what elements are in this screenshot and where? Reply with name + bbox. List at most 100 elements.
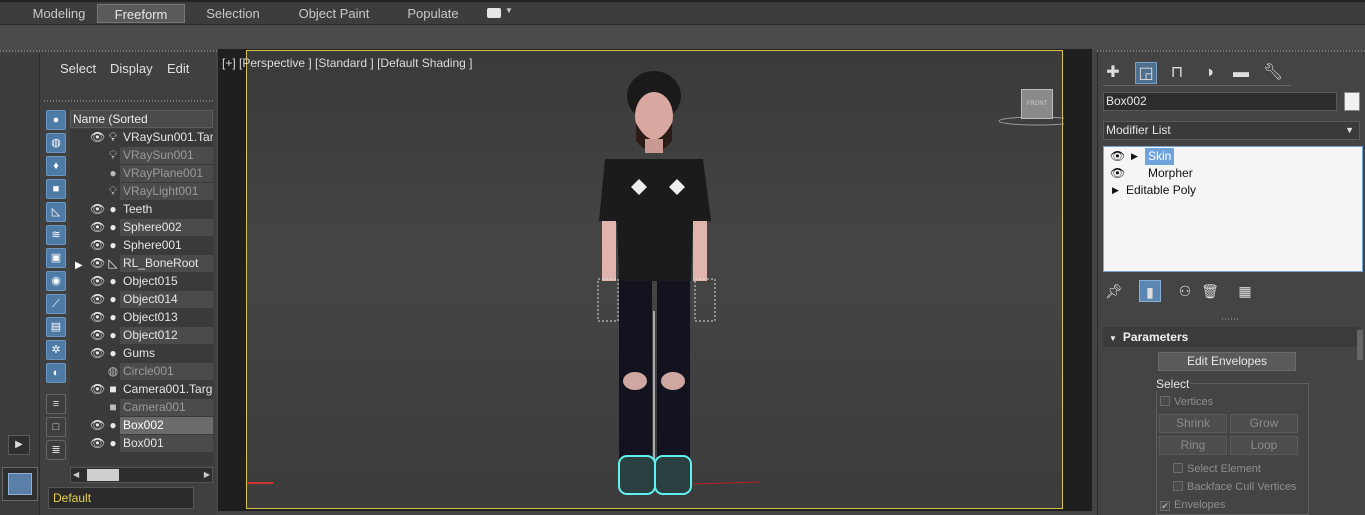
viewport-label[interactable]: [+] [Perspective ] [Standard ] [Default … [222,56,472,70]
eye-hidden-icon[interactable] [90,184,104,198]
eye-icon[interactable]: 👁︎ [90,274,105,288]
scroll-left-icon[interactable]: ◀ [73,470,79,479]
viewcube[interactable]: FRONT [1021,89,1053,119]
tab-populate[interactable]: Populate [398,4,468,23]
vertices-checkbox[interactable]: Vertices [1160,396,1213,408]
display-helpers-icon[interactable]: ◺ [46,202,66,222]
eye-icon[interactable]: 👁︎ [90,202,105,216]
table-row[interactable]: 👁︎ ● Teeth [70,201,213,218]
motion-tab-icon[interactable]: ◑ [1198,62,1220,84]
table-row[interactable]: 👁︎ ● Object015 [70,273,213,290]
table-row[interactable]: 👁︎ ● Box002 [70,417,213,434]
select-element-checkbox[interactable]: Select Element [1173,463,1261,475]
tab-selection[interactable]: Selection [198,4,268,23]
eye-icon[interactable]: 👁︎ [90,436,105,450]
remove-modifier-icon[interactable]: 🗑︎ [1199,280,1221,302]
eye-icon[interactable]: 👁︎ [1110,165,1125,182]
eye-icon[interactable]: 👁︎ [90,220,105,234]
create-tab-icon[interactable]: ✚ [1102,62,1124,84]
display-bones-icon[interactable]: ⟋ [46,294,66,314]
table-row[interactable]: 👁︎💡︎ VRaySun001.Target [70,129,213,146]
display-lights-icon[interactable]: ♦ [46,156,66,176]
expand-triangle-icon[interactable]: ▶ [1112,182,1119,199]
table-row[interactable]: 👁︎ ● Sphere001 [70,237,213,254]
menu-edit[interactable]: Edit [167,61,189,76]
eye-hidden-icon[interactable] [90,166,104,180]
table-row[interactable]: ■ Camera001 [70,399,213,416]
ribbon-dropdown-icon[interactable]: ▼ [505,6,513,15]
stack-item-editable-poly[interactable]: ▶ Editable Poly [1105,182,1361,199]
expand-triangle-icon[interactable]: ▶ [1131,148,1138,165]
panel-splitter[interactable] [1222,318,1238,320]
display-shapes-icon[interactable]: ◍ [46,133,66,153]
backface-cull-checkbox[interactable]: Backface Cull Vertices [1173,481,1296,493]
envelopes-checkbox[interactable]: ✔ Envelopes [1160,499,1225,511]
ring-button[interactable]: Ring [1159,436,1227,455]
modify-tab-icon[interactable]: ◲ [1135,62,1157,84]
edit-envelopes-button[interactable]: Edit Envelopes [1158,352,1296,371]
eye-icon[interactable]: 👁︎ [90,256,105,270]
display-xrefs-icon[interactable]: ◉ [46,271,66,291]
configure-modifier-sets-icon[interactable]: ▦ [1234,280,1256,302]
eye-hidden-icon[interactable] [90,148,104,162]
eye-icon[interactable]: 👁︎ [90,130,105,144]
table-row[interactable]: 👁︎ ● Gums [70,345,213,362]
scroll-right-icon[interactable]: ▶ [204,470,210,479]
object-name-field[interactable]: Box002 [1103,92,1337,111]
stack-item-morpher[interactable]: 👁︎ Morpher [1105,165,1361,182]
tab-object-paint[interactable]: Object Paint [290,4,378,23]
ribbon-options-icon[interactable] [487,8,501,18]
display-none-icon[interactable]: □ [46,417,66,437]
hierarchy-tab-icon[interactable]: ⊓ [1166,62,1188,84]
object-color-swatch[interactable] [1344,92,1360,111]
eye-icon[interactable]: 👁︎ [90,310,105,324]
display-frozen-icon[interactable]: ◐ [46,363,66,383]
table-row[interactable]: 👁︎ ● Object014 [70,291,213,308]
grow-button[interactable]: Grow [1230,414,1298,433]
command-panel-scrollbar[interactable] [1357,330,1363,360]
display-particles-icon[interactable]: ✲ [46,340,66,360]
show-end-result-icon[interactable]: ▮ [1139,280,1161,302]
eye-icon[interactable]: 👁︎ [90,292,105,306]
display-groups-icon[interactable]: ▣ [46,248,66,268]
eye-icon[interactable]: 👁︎ [90,418,105,432]
table-row[interactable]: 💡︎ VRayLight001 [70,183,213,200]
menu-display[interactable]: Display [110,61,153,76]
loop-button[interactable]: Loop [1230,436,1298,455]
table-row[interactable]: ▶ 👁︎ ◺ RL_BoneRoot [70,255,213,272]
table-row[interactable]: 👁︎ ● Sphere002 [70,219,213,236]
eye-icon[interactable]: 👁︎ [90,328,105,342]
table-row[interactable]: ● VRayPlane001 [70,165,213,182]
expand-arrow-icon[interactable]: ▶ [75,257,83,274]
pin-stack-icon[interactable]: 📌︎ [1103,280,1125,302]
table-row[interactable]: 👁︎ ■ Camera001.Target [70,381,213,398]
explorer-horizontal-scrollbar[interactable]: ◀ ▶ [70,467,213,483]
eye-icon[interactable]: 👁︎ [90,382,105,396]
table-row[interactable]: 👁︎ ● Box001 [70,435,213,452]
display-containers-icon[interactable]: ▤ [46,317,66,337]
eye-icon[interactable]: 👁︎ [90,346,105,360]
eye-icon[interactable]: 👁︎ [90,238,105,252]
character-model[interactable] [247,51,1064,510]
table-row[interactable]: ◍ Circle001 [70,363,213,380]
eye-hidden-icon[interactable] [90,364,104,378]
menu-select[interactable]: Select [60,61,96,76]
utilities-tab-icon[interactable]: 🔧︎ [1262,62,1284,84]
perspective-viewport[interactable]: FRONT [246,50,1064,510]
tab-modeling[interactable]: Modeling [24,4,94,23]
column-header-name[interactable]: Name (Sorted Descending) [70,110,213,142]
viewport-layout-button[interactable] [2,467,38,501]
stack-item-skin[interactable]: 👁︎ ▶ Skin [1105,148,1361,165]
scroll-thumb[interactable] [87,469,119,481]
table-row[interactable]: 💡︎ VRaySun001 [70,147,213,164]
display-geometry-icon[interactable]: ● [46,110,66,130]
current-layer-field[interactable]: Default [48,487,194,509]
table-row[interactable]: 👁︎ ● Object012 [70,327,213,344]
make-unique-icon[interactable]: ⚇ [1174,280,1196,302]
display-tab-icon[interactable]: ▬ [1230,62,1252,84]
display-invert-icon[interactable]: ≣ [46,440,66,460]
eye-icon[interactable]: 👁︎ [1110,148,1125,165]
eye-hidden-icon[interactable] [90,400,104,414]
table-row[interactable]: 👁︎ ● Object013 [70,309,213,326]
modifier-list-dropdown[interactable]: Modifier List ▼ [1103,121,1360,140]
